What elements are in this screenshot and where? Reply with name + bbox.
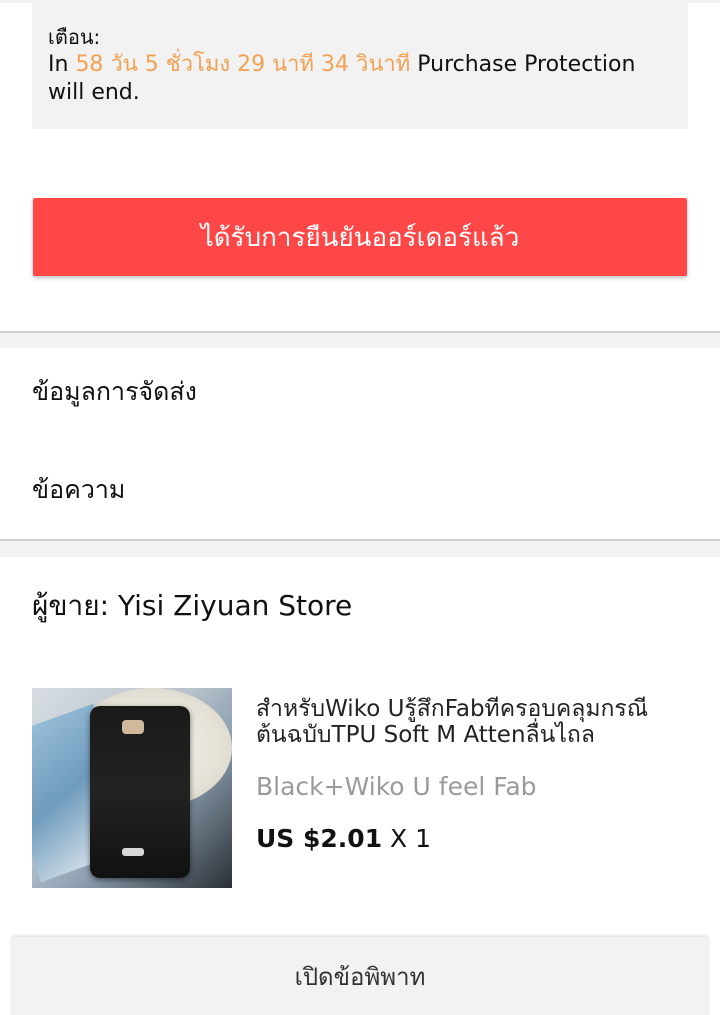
section-divider: [0, 331, 720, 348]
section-divider: [0, 539, 720, 557]
messages-row[interactable]: ข้อความ: [32, 460, 688, 520]
notice-prefix: In: [48, 52, 69, 77]
notice-title: เตือน:: [48, 25, 101, 49]
seller-name[interactable]: ผู้ขาย: Yisi Ziyuan Store: [32, 584, 352, 628]
product-price: US $2.01: [256, 824, 383, 853]
shipping-info-row[interactable]: ข้อมูลการจัดส่ง: [32, 362, 688, 422]
product-variant: Black+Wiko U feel Fab: [256, 772, 537, 801]
purchase-protection-notice: เตือน: In 58 วัน 5 ชั่วโมง 29 นาที 34 วิ…: [32, 0, 688, 129]
camera-cutout: [122, 720, 144, 734]
notice-body: In 58 วัน 5 ชั่วโมง 29 นาที 34 วินาที Pu…: [48, 51, 672, 107]
product-quantity: X 1: [390, 824, 432, 853]
protection-countdown: 58 วัน 5 ชั่วโมง 29 นาที 34 วินาที: [75, 52, 411, 77]
confirm-order-received-button[interactable]: ได้รับการยืนยันออร์เดอร์แล้ว: [33, 198, 687, 276]
product-thumbnail[interactable]: [32, 688, 232, 888]
port-cutout: [122, 848, 144, 856]
open-dispute-button[interactable]: เปิดข้อพิพาท: [12, 937, 708, 1015]
product-price-row: US $2.01 X 1: [256, 824, 431, 853]
product-title[interactable]: สำหรับWiko Uรู้สึกFabที่ครอบคลุมกรณีต้นฉ…: [256, 696, 696, 748]
